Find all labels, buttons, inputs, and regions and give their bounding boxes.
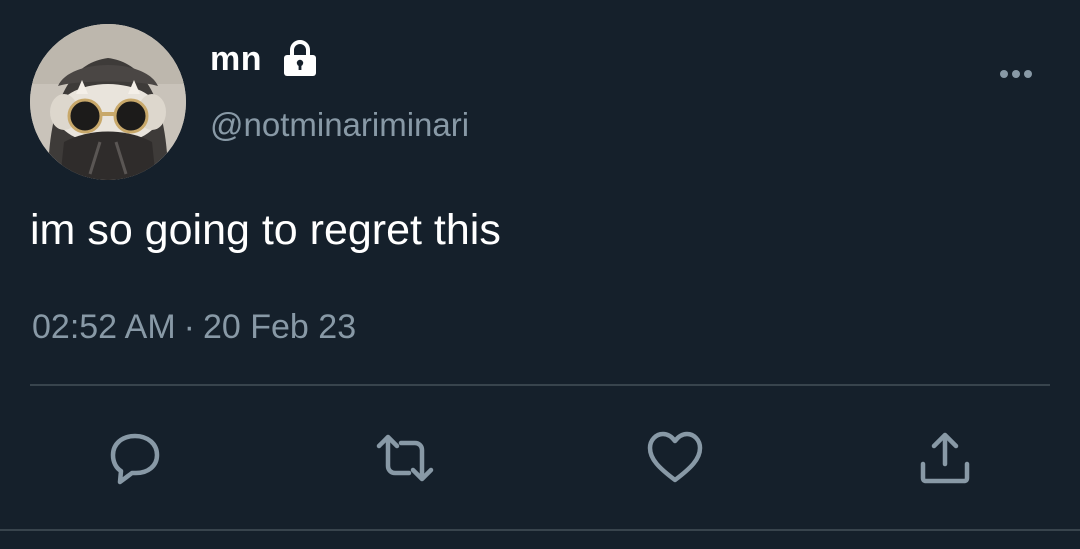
like-button[interactable] [645, 428, 705, 488]
avatar-image [30, 24, 186, 180]
heart-icon [647, 431, 703, 483]
reply-icon [110, 433, 160, 485]
tweet-card: mn @notminariminari im so going to regre… [0, 0, 1080, 549]
more-options-icon[interactable] [996, 62, 1036, 86]
tweet-time: 02:52 AM [32, 308, 176, 346]
user-handle[interactable]: @notminariminari [210, 106, 469, 144]
lock-icon [284, 40, 316, 76]
reply-button[interactable] [105, 428, 165, 488]
display-name[interactable]: mn [210, 40, 262, 79]
retweet-button[interactable] [375, 428, 435, 488]
tweet-text: im so going to regret this [30, 206, 501, 254]
timestamp[interactable]: 02:52 AM · 20 Feb 23 [32, 308, 356, 347]
separator: · [183, 308, 195, 346]
retweet-icon [376, 434, 434, 482]
bottom-divider [0, 529, 1080, 531]
avatar[interactable] [30, 24, 186, 180]
divider [30, 384, 1050, 386]
tweet-date: 20 Feb 23 [202, 308, 357, 346]
share-button[interactable] [915, 428, 975, 488]
share-icon [920, 432, 970, 484]
